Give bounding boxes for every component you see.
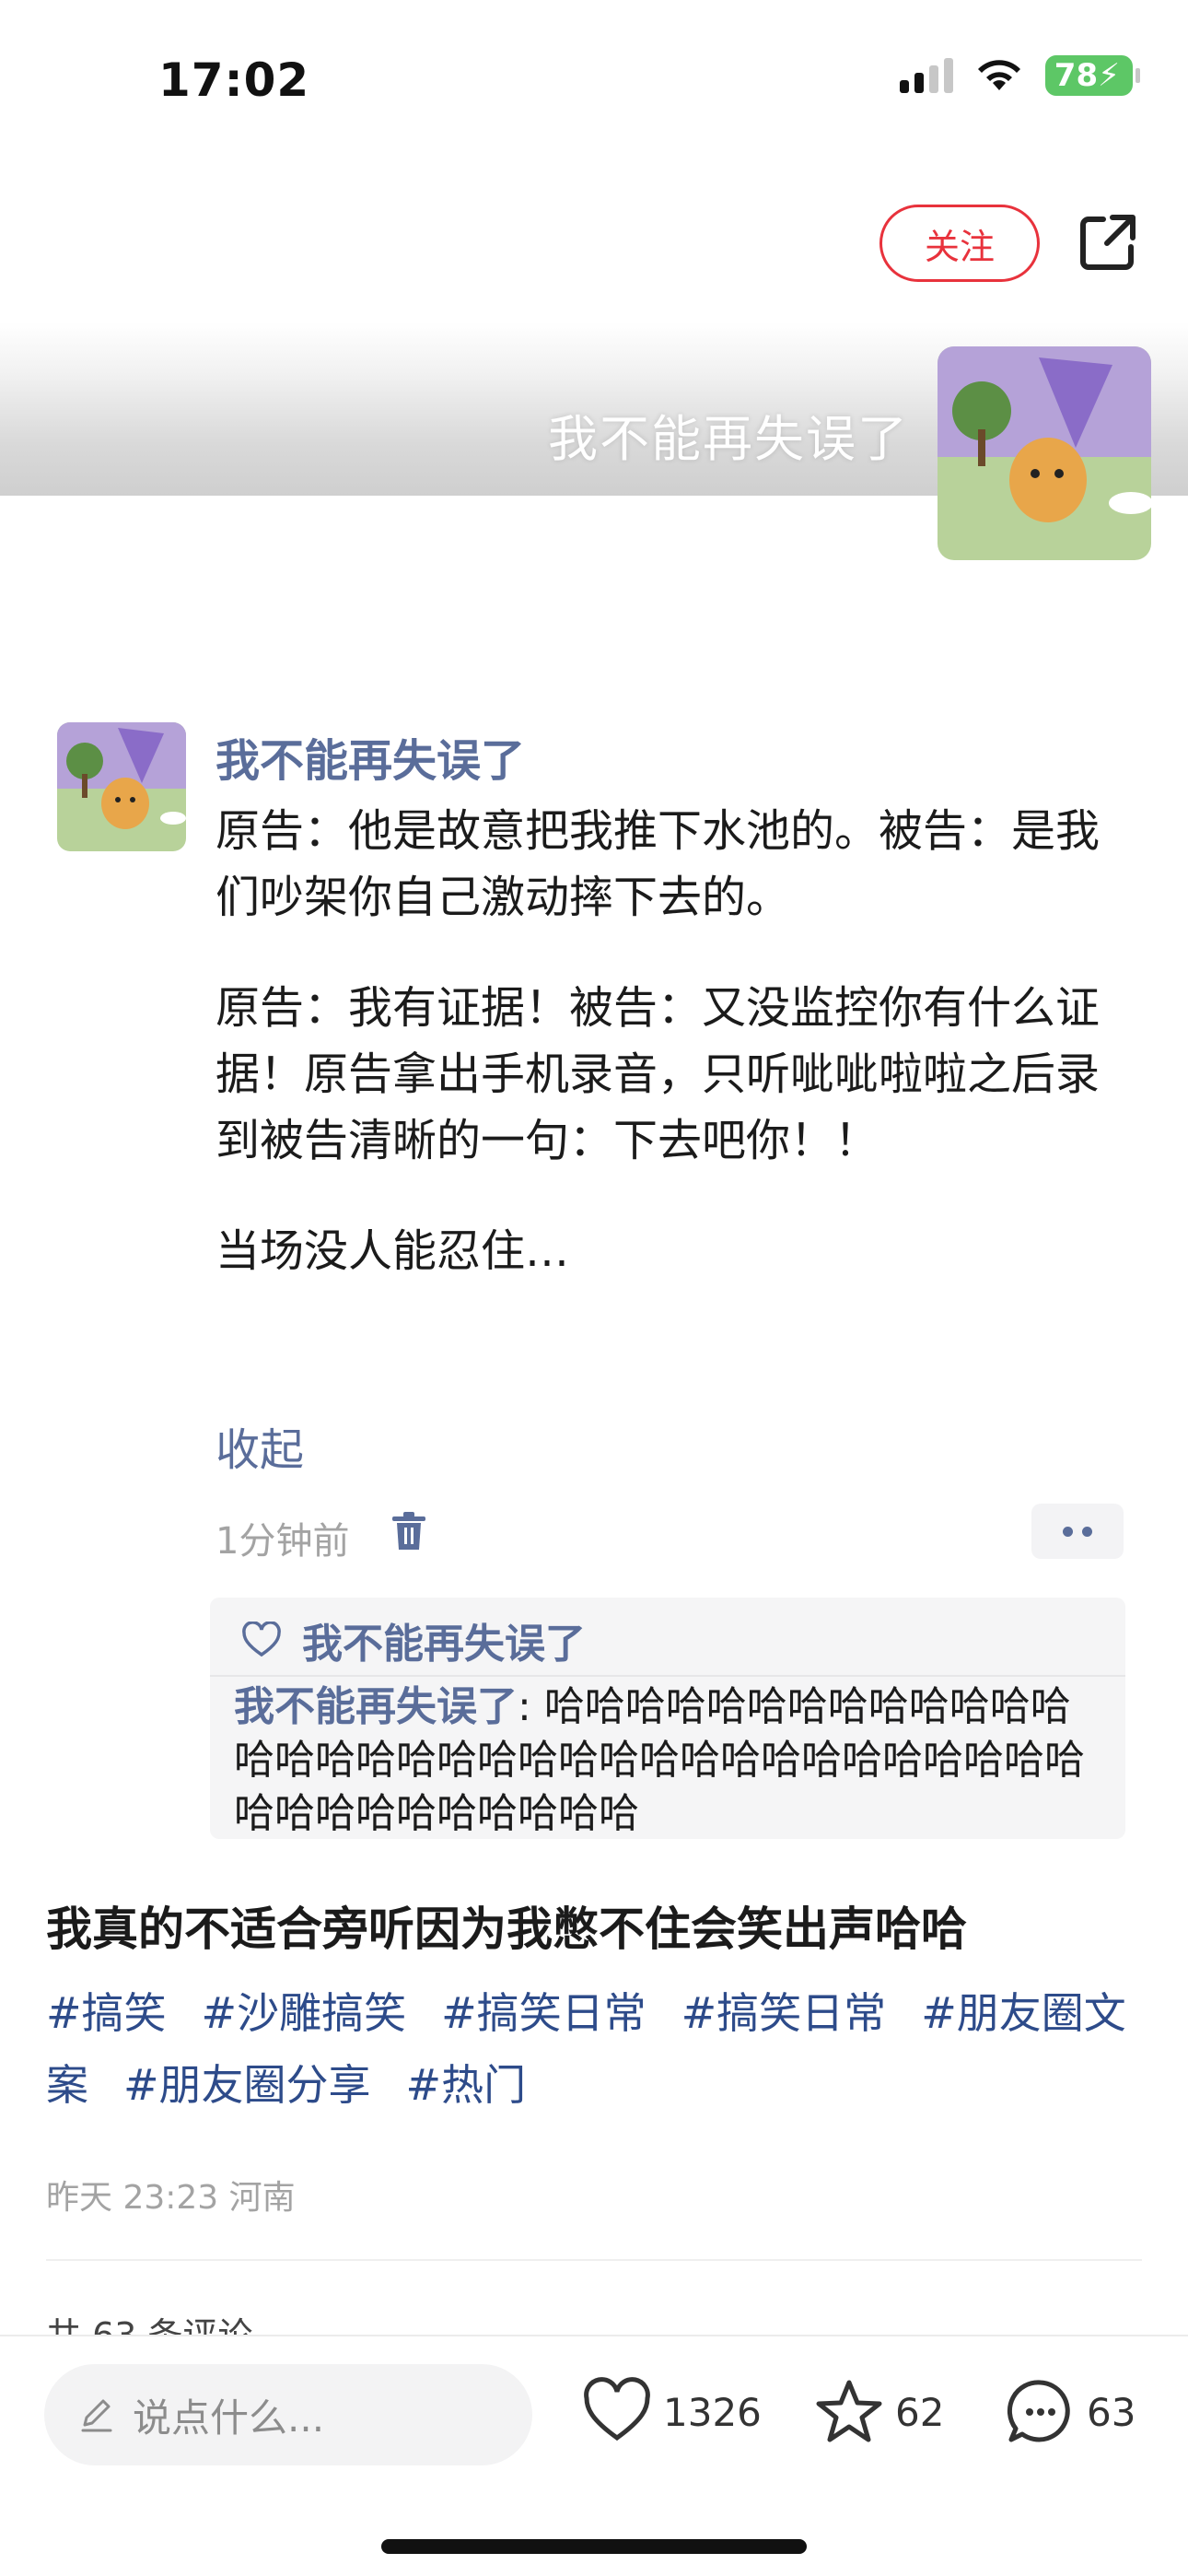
comment-input-placeholder: 说点什么...: [133, 2395, 325, 2441]
status-icons: 78⚡: [899, 55, 1141, 96]
post-body: 原告：他是故意把我推下水池的。被告：是我们吵架你自己激动摔下去的。 原告：我有证…: [215, 798, 1127, 1284]
dot-icon: [1063, 1526, 1073, 1537]
divider: [46, 2259, 1142, 2261]
share-icon[interactable]: [1076, 210, 1140, 275]
chat-bubble-icon: [1007, 2380, 1070, 2442]
comment-item[interactable]: 我不能再失误了: 哈哈哈哈哈哈哈哈哈哈哈哈哈哈哈哈哈哈哈哈哈哈哈哈哈哈哈哈哈哈哈…: [234, 1680, 1109, 1841]
liker-name[interactable]: 我不能再失误了: [302, 1610, 586, 1669]
status-time: 17:02: [158, 53, 310, 107]
trash-icon[interactable]: [390, 1511, 427, 1551]
follow-button[interactable]: 关注: [879, 205, 1040, 282]
divider: [210, 1675, 1125, 1677]
star-icon: [816, 2380, 882, 2442]
tag-list: #搞笑 #沙雕搞笑 #搞笑日常 #搞笑日常 #朋友圈文案 #朋友圈分享 #热门: [46, 1977, 1151, 2121]
banner-title: 我不能再失误了: [548, 410, 909, 468]
battery-level: 78: [1054, 57, 1099, 94]
post-author[interactable]: 我不能再失误了: [215, 724, 525, 789]
battery-icon: 78⚡: [1044, 55, 1141, 96]
tag[interactable]: #沙雕搞笑: [202, 1988, 407, 2038]
cartoon-avatar-icon: [938, 346, 1151, 560]
comment-count: 63: [1087, 2389, 1136, 2435]
favorite-button[interactable]: 62: [814, 2377, 944, 2447]
note-meta: 昨天 23:23 河南: [46, 2179, 296, 2217]
like-count: 1326: [663, 2389, 762, 2435]
cellular-signal-icon: [899, 58, 953, 93]
post-paragraph: 原告：我有证据！被告：又没监控你有什么证据！原告拿出手机录音，只听呲呲啦啦之后录…: [215, 982, 1101, 1166]
post-paragraph: 当场没人能忍住…: [215, 1225, 570, 1277]
wifi-icon: [977, 60, 1020, 90]
post-time: 1分钟前: [215, 1520, 350, 1563]
comment-author[interactable]: 我不能再失误了: [234, 1683, 518, 1730]
favorite-count: 62: [895, 2389, 945, 2435]
author-avatar[interactable]: [57, 722, 186, 851]
more-options-button[interactable]: [1031, 1504, 1124, 1559]
comment-separator: :: [518, 1683, 544, 1730]
like-button[interactable]: 1326: [582, 2377, 762, 2447]
likes-row: 我不能再失误了: [241, 1610, 586, 1669]
tag[interactable]: #朋友圈分享: [123, 2060, 371, 2110]
collapse-link[interactable]: 收起: [215, 1413, 304, 1478]
note-caption: 我真的不适合旁听因为我憋不住会笑出声哈哈: [46, 1903, 967, 1956]
post-paragraph: 原告：他是故意把我推下水池的。被告：是我们吵架你自己激动摔下去的。: [215, 805, 1101, 923]
heart-icon: [584, 2377, 650, 2441]
likes-comments-box: 我不能再失误了 我不能再失误了: 哈哈哈哈哈哈哈哈哈哈哈哈哈哈哈哈哈哈哈哈哈哈哈…: [210, 1598, 1125, 1839]
dot-icon: [1082, 1526, 1092, 1537]
heart-outline-icon: [242, 1622, 281, 1657]
tag[interactable]: #热门: [406, 2060, 527, 2110]
comment-input[interactable]: 说点什么...: [44, 2364, 532, 2465]
pencil-icon: [81, 2399, 112, 2432]
tag[interactable]: #搞笑日常: [441, 1988, 646, 2038]
comment-button[interactable]: 63: [1006, 2377, 1136, 2447]
home-indicator[interactable]: [381, 2539, 807, 2554]
tag[interactable]: #搞笑: [46, 1988, 167, 2038]
tag[interactable]: #搞笑日常: [681, 1988, 887, 2038]
